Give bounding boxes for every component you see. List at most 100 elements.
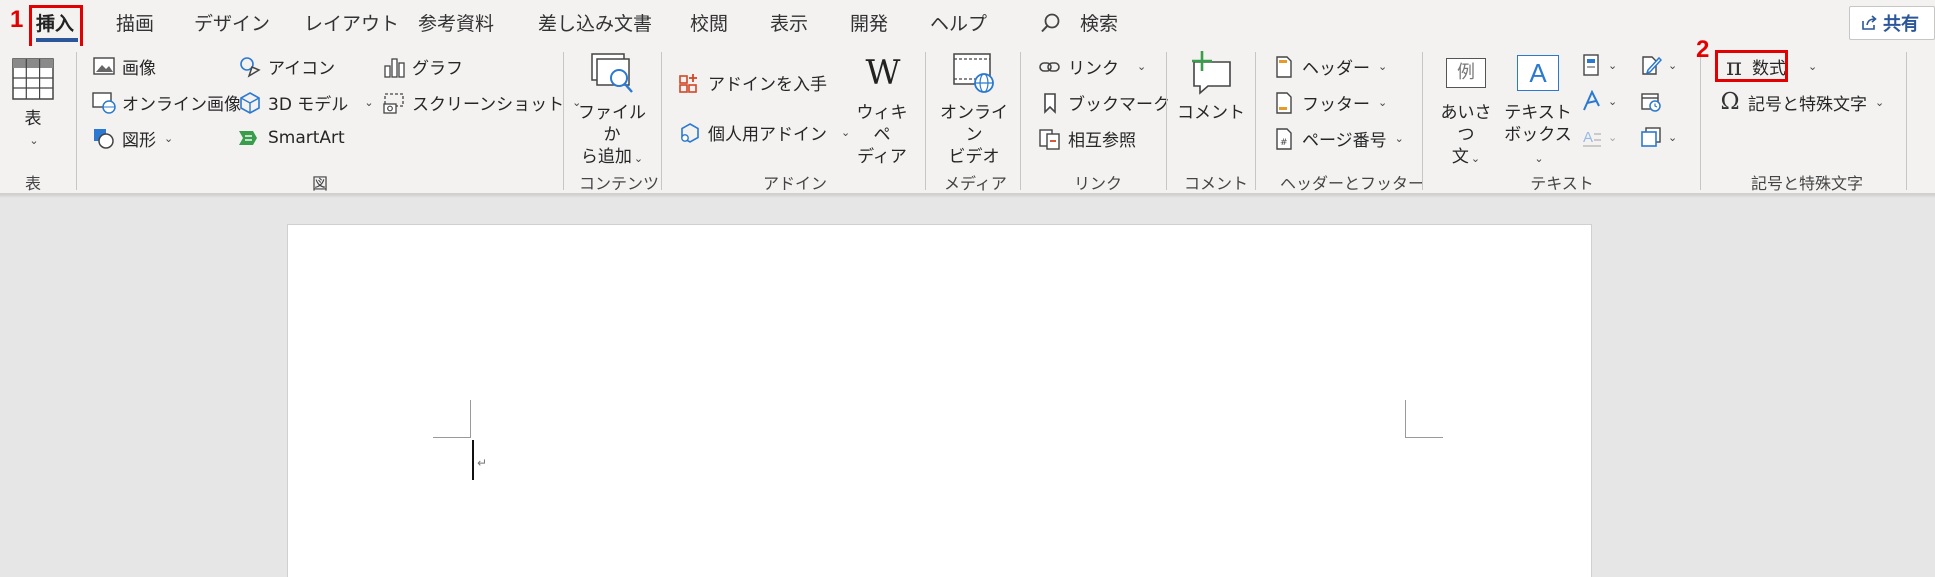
3d-models-label: 3D モデル <box>268 95 349 115</box>
greeting-button[interactable]: 例 あいさつ 文 ⌄ <box>1434 50 1498 170</box>
online-video-label-1: オンライン <box>940 103 1008 145</box>
add-from-files-label-1: ファイルか <box>578 103 646 145</box>
greeting-label-1: あいさつ <box>1440 103 1492 145</box>
comment-icon <box>1188 50 1234 96</box>
chart-button[interactable]: グラフ <box>382 54 463 79</box>
new-comment-label: コメント <box>1177 103 1245 123</box>
tab-layout[interactable]: レイアウト <box>304 9 399 36</box>
group-separator <box>1166 52 1167 190</box>
wikipedia-button[interactable]: W ウィキペ ディア <box>850 50 914 168</box>
crop-mark <box>433 437 471 438</box>
tab-developer[interactable]: 開発 <box>850 9 888 36</box>
tab-draw[interactable]: 描画 <box>116 9 154 36</box>
share-label: 共有 <box>1883 14 1919 35</box>
text-cursor <box>472 440 474 480</box>
header-label: ヘッダー <box>1302 59 1370 79</box>
signature-line-button[interactable]: ⌄ <box>1640 54 1677 76</box>
chevron-down-icon: ⌄ <box>1470 152 1481 165</box>
search-label[interactable]: 検索 <box>1080 9 1118 36</box>
icons-button[interactable]: アイコン <box>238 54 335 79</box>
cube-icon <box>238 91 262 115</box>
group-separator <box>1255 52 1256 190</box>
bookmark-label: ブックマーク <box>1068 95 1170 115</box>
chevron-down-icon: ⌄ <box>1608 94 1618 108</box>
object-icon <box>1641 127 1661 147</box>
get-addins-icon <box>678 71 702 95</box>
quick-parts-button[interactable]: ⌄ <box>1582 54 1617 76</box>
wordart-button[interactable]: ⌄ <box>1582 90 1617 112</box>
tab-view[interactable]: 表示 <box>770 9 808 36</box>
add-from-files-button[interactable]: ファイルか ら追加 ⌄ <box>576 50 648 170</box>
group-label-content: コンテンツ <box>579 174 660 193</box>
table-button-label: 表 <box>24 109 42 129</box>
icons-label: アイコン <box>268 59 336 79</box>
footer-label: フッター <box>1302 95 1370 115</box>
chevron-down-icon: ⌄ <box>1875 96 1885 109</box>
tab-mailings[interactable]: 差し込み文書 <box>538 9 652 36</box>
online-picture-button[interactable]: オンライン画像 <box>92 90 241 115</box>
screenshot-label: スクリーンショット <box>412 95 565 115</box>
ribbon-tab-bar: 挿入 描画 デザイン レイアウト 参考資料 差し込み文書 校閲 表示 開発 ヘル… <box>0 0 1935 46</box>
chart-label: グラフ <box>412 59 463 79</box>
share-button[interactable]: 共有 <box>1849 6 1935 40</box>
wikipedia-icon: W <box>865 53 901 93</box>
symbol-button[interactable]: Ω 記号と特殊文字 ⌄ <box>1718 90 1885 116</box>
step-number-1: 1 <box>10 6 24 33</box>
equation-button[interactable]: π 数式 ⌄ <box>1722 54 1817 80</box>
online-video-icon <box>951 50 997 96</box>
screenshot-icon <box>382 91 406 115</box>
object-button[interactable]: ⌄ <box>1640 126 1677 148</box>
footer-button[interactable]: フッター ⌄ <box>1272 90 1387 115</box>
header-button[interactable]: ヘッダー ⌄ <box>1272 54 1387 79</box>
table-button[interactable]: 表 ⌄ <box>10 56 56 152</box>
chevron-down-icon: ⌄ <box>364 96 374 109</box>
text-box-label-1: テキスト <box>1504 103 1572 123</box>
tab-review[interactable]: 校閲 <box>690 9 728 36</box>
chevron-down-icon: ⌄ <box>1608 130 1618 144</box>
cross-reference-button[interactable]: 相互参照 <box>1038 126 1136 151</box>
picture-button[interactable]: 画像 <box>92 54 156 79</box>
group-label-table: 表 <box>24 174 41 193</box>
shapes-button[interactable]: 図形 ⌄ <box>92 126 173 151</box>
group-separator <box>1906 52 1907 190</box>
chevron-down-icon: ⌄ <box>1608 58 1618 72</box>
smartart-icon <box>238 126 262 150</box>
step-number-2: 2 <box>1696 36 1710 63</box>
online-video-button[interactable]: オンライン ビデオ <box>938 50 1010 168</box>
smartart-label: SmartArt <box>268 128 345 148</box>
text-box-icon: A <box>1515 50 1561 96</box>
drop-cap-icon: A <box>1583 129 1601 147</box>
tab-design[interactable]: デザイン <box>194 9 270 36</box>
crop-mark <box>1405 400 1406 438</box>
my-addins-button[interactable]: 個人用アドイン ⌄ <box>678 120 850 145</box>
link-button[interactable]: リンク ⌄ <box>1038 54 1146 79</box>
3d-models-button[interactable]: 3D モデル ⌄ <box>238 90 374 115</box>
document-page[interactable] <box>287 224 1592 577</box>
cross-reference-label: 相互参照 <box>1068 131 1136 151</box>
bookmark-button[interactable]: ブックマーク <box>1038 90 1170 115</box>
new-comment-button[interactable]: コメント <box>1176 50 1246 124</box>
share-icon <box>1862 15 1877 30</box>
chevron-down-icon: ⌄ <box>1378 60 1388 73</box>
date-time-button[interactable] <box>1640 90 1662 112</box>
get-addins-label: アドインを入手 <box>708 75 827 95</box>
text-box-button[interactable]: A テキスト ボックス⌄ <box>1500 50 1576 170</box>
smartart-button[interactable]: SmartArt <box>238 126 345 150</box>
tab-help[interactable]: ヘルプ <box>930 9 987 36</box>
drop-cap-button[interactable]: A ⌄ <box>1582 126 1617 148</box>
tab-insert[interactable]: 挿入 <box>36 9 74 36</box>
shapes-icon <box>92 127 116 151</box>
search-icon[interactable] <box>1040 12 1062 34</box>
svg-text:A: A <box>1583 129 1593 146</box>
page-number-button[interactable]: # ページ番号 ⌄ <box>1272 126 1404 151</box>
my-addins-icon <box>678 121 702 145</box>
picture-label: 画像 <box>122 59 156 79</box>
svg-text:#: # <box>1280 138 1288 148</box>
group-separator <box>76 52 77 190</box>
screenshot-button[interactable]: スクリーンショット ⌄ <box>382 90 581 115</box>
chevron-down-icon[interactable]: ⌄ <box>1808 60 1817 73</box>
get-addins-button[interactable]: アドインを入手 <box>678 70 827 95</box>
tab-references[interactable]: 参考資料 <box>418 9 494 36</box>
online-video-label-2: ビデオ <box>948 147 1000 167</box>
ribbon: 表 ⌄ 表 画像 オンライン画像 図形 ⌄ アイコン 3D モデル ⌄ Smar… <box>0 46 1935 194</box>
